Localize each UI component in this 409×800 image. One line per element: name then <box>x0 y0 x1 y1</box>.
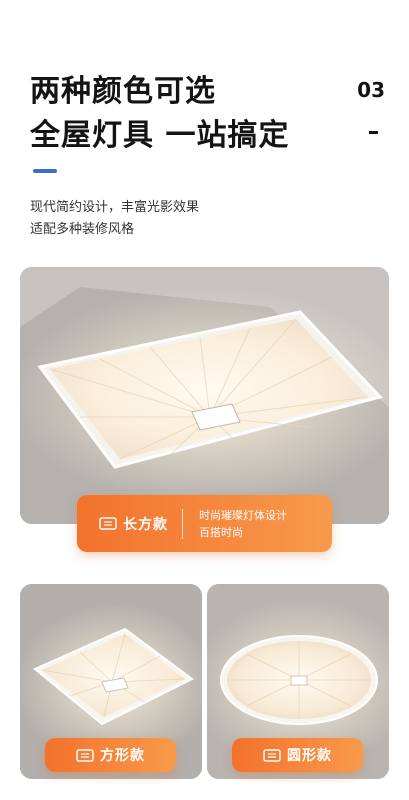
rectangle-model-badge: 长方款 时尚璀璨灯体设计 百搭时尚 <box>77 495 332 552</box>
round-model-name: 圆形款 <box>287 748 332 764</box>
rectangle-model-desc: 时尚璀璨灯体设计 百搭时尚 <box>199 507 287 541</box>
description-line-1: 现代简约设计，丰富光影效果 <box>30 200 200 215</box>
headline: 两种颜色可选 全屋灯具 一站搞定 <box>30 70 289 158</box>
page-number: 03 <box>357 78 385 102</box>
lamp-icon <box>76 748 94 762</box>
lamp-icon <box>99 517 117 530</box>
round-model-badge: 圆形款 <box>232 738 363 772</box>
headline-line-1: 两种颜色可选 <box>30 74 216 109</box>
badge-separator <box>182 508 183 539</box>
description-line-2: 适配多种装修风格 <box>30 222 135 237</box>
accent-bar <box>33 169 57 173</box>
rectangle-desc-line-2: 百搭时尚 <box>199 525 243 539</box>
divider-dash <box>369 131 378 134</box>
rectangle-lamp-photo <box>20 267 389 524</box>
lamp-icon <box>263 748 281 762</box>
headline-line-2: 全屋灯具 一站搞定 <box>30 118 290 153</box>
square-model-name: 方形款 <box>100 748 145 764</box>
rectangle-lamp-illustration <box>20 267 389 524</box>
rectangle-model-name: 长方款 <box>123 516 168 533</box>
rectangle-desc-line-1: 时尚璀璨灯体设计 <box>199 508 287 522</box>
square-model-badge: 方形款 <box>45 738 176 772</box>
description: 现代简约设计，丰富光影效果 适配多种装修风格 <box>30 197 199 241</box>
